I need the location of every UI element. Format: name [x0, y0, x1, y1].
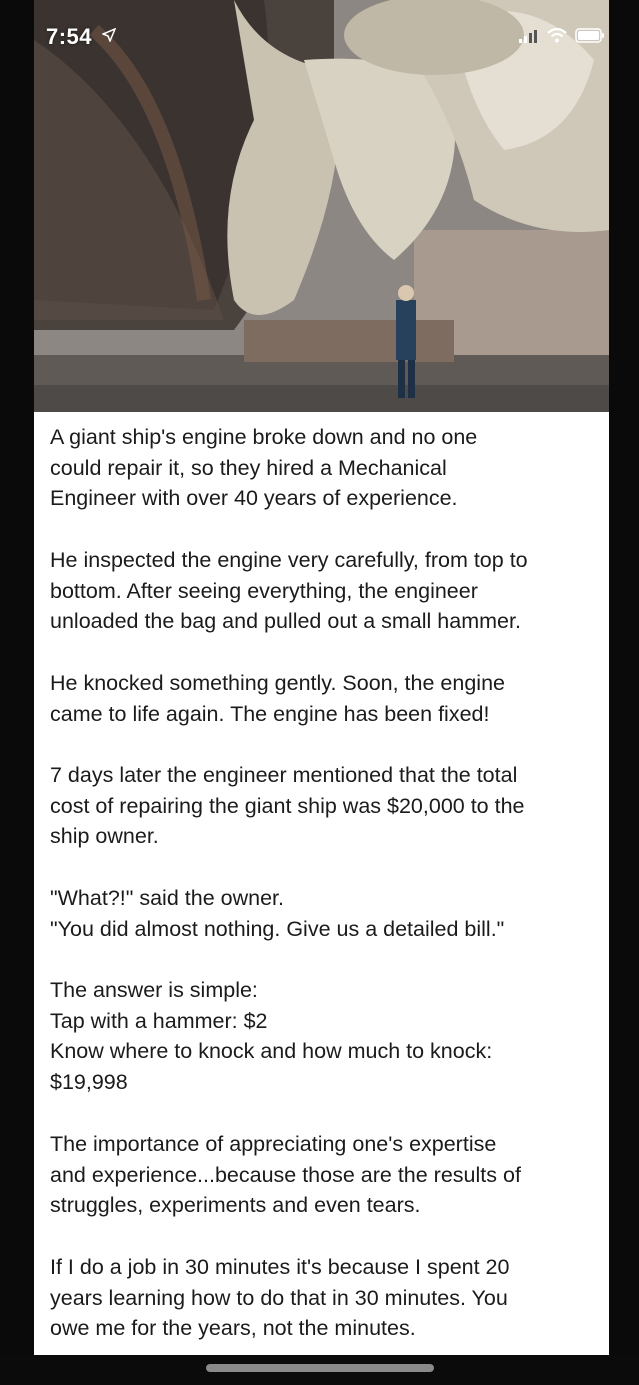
paragraph: He inspected the engine very carefully, …: [50, 548, 528, 633]
ship-propeller-photo: [34, 0, 609, 412]
status-time: 7:54: [46, 24, 93, 49]
location-arrow-icon: [101, 27, 117, 47]
paragraph: "What?!" said the owner. "You did almost…: [50, 886, 505, 941]
paragraph: The importance of appreciating one's exp…: [50, 1132, 521, 1217]
photo-illustration: [34, 0, 609, 412]
paragraph: If I do a job in 30 minutes it's because…: [50, 1255, 510, 1340]
phone-screen: 7:54 A giant ship's engine broke down an…: [0, 0, 639, 1385]
home-indicator[interactable]: [206, 1364, 434, 1372]
battery-icon: [575, 28, 605, 48]
status-icons: [519, 27, 605, 48]
wifi-icon: [547, 27, 567, 48]
paragraph: The answer is simple: Tap with a hammer:…: [50, 978, 493, 1094]
paragraph: He knocked something gently. Soon, the e…: [50, 671, 505, 726]
signal-bars-icon: [519, 29, 539, 48]
post-text-card: A giant ship's engine broke down and no …: [34, 412, 609, 1355]
paragraph: 7 days later the engineer mentioned that…: [50, 763, 525, 848]
paragraph: A giant ship's engine broke down and no …: [50, 425, 478, 510]
